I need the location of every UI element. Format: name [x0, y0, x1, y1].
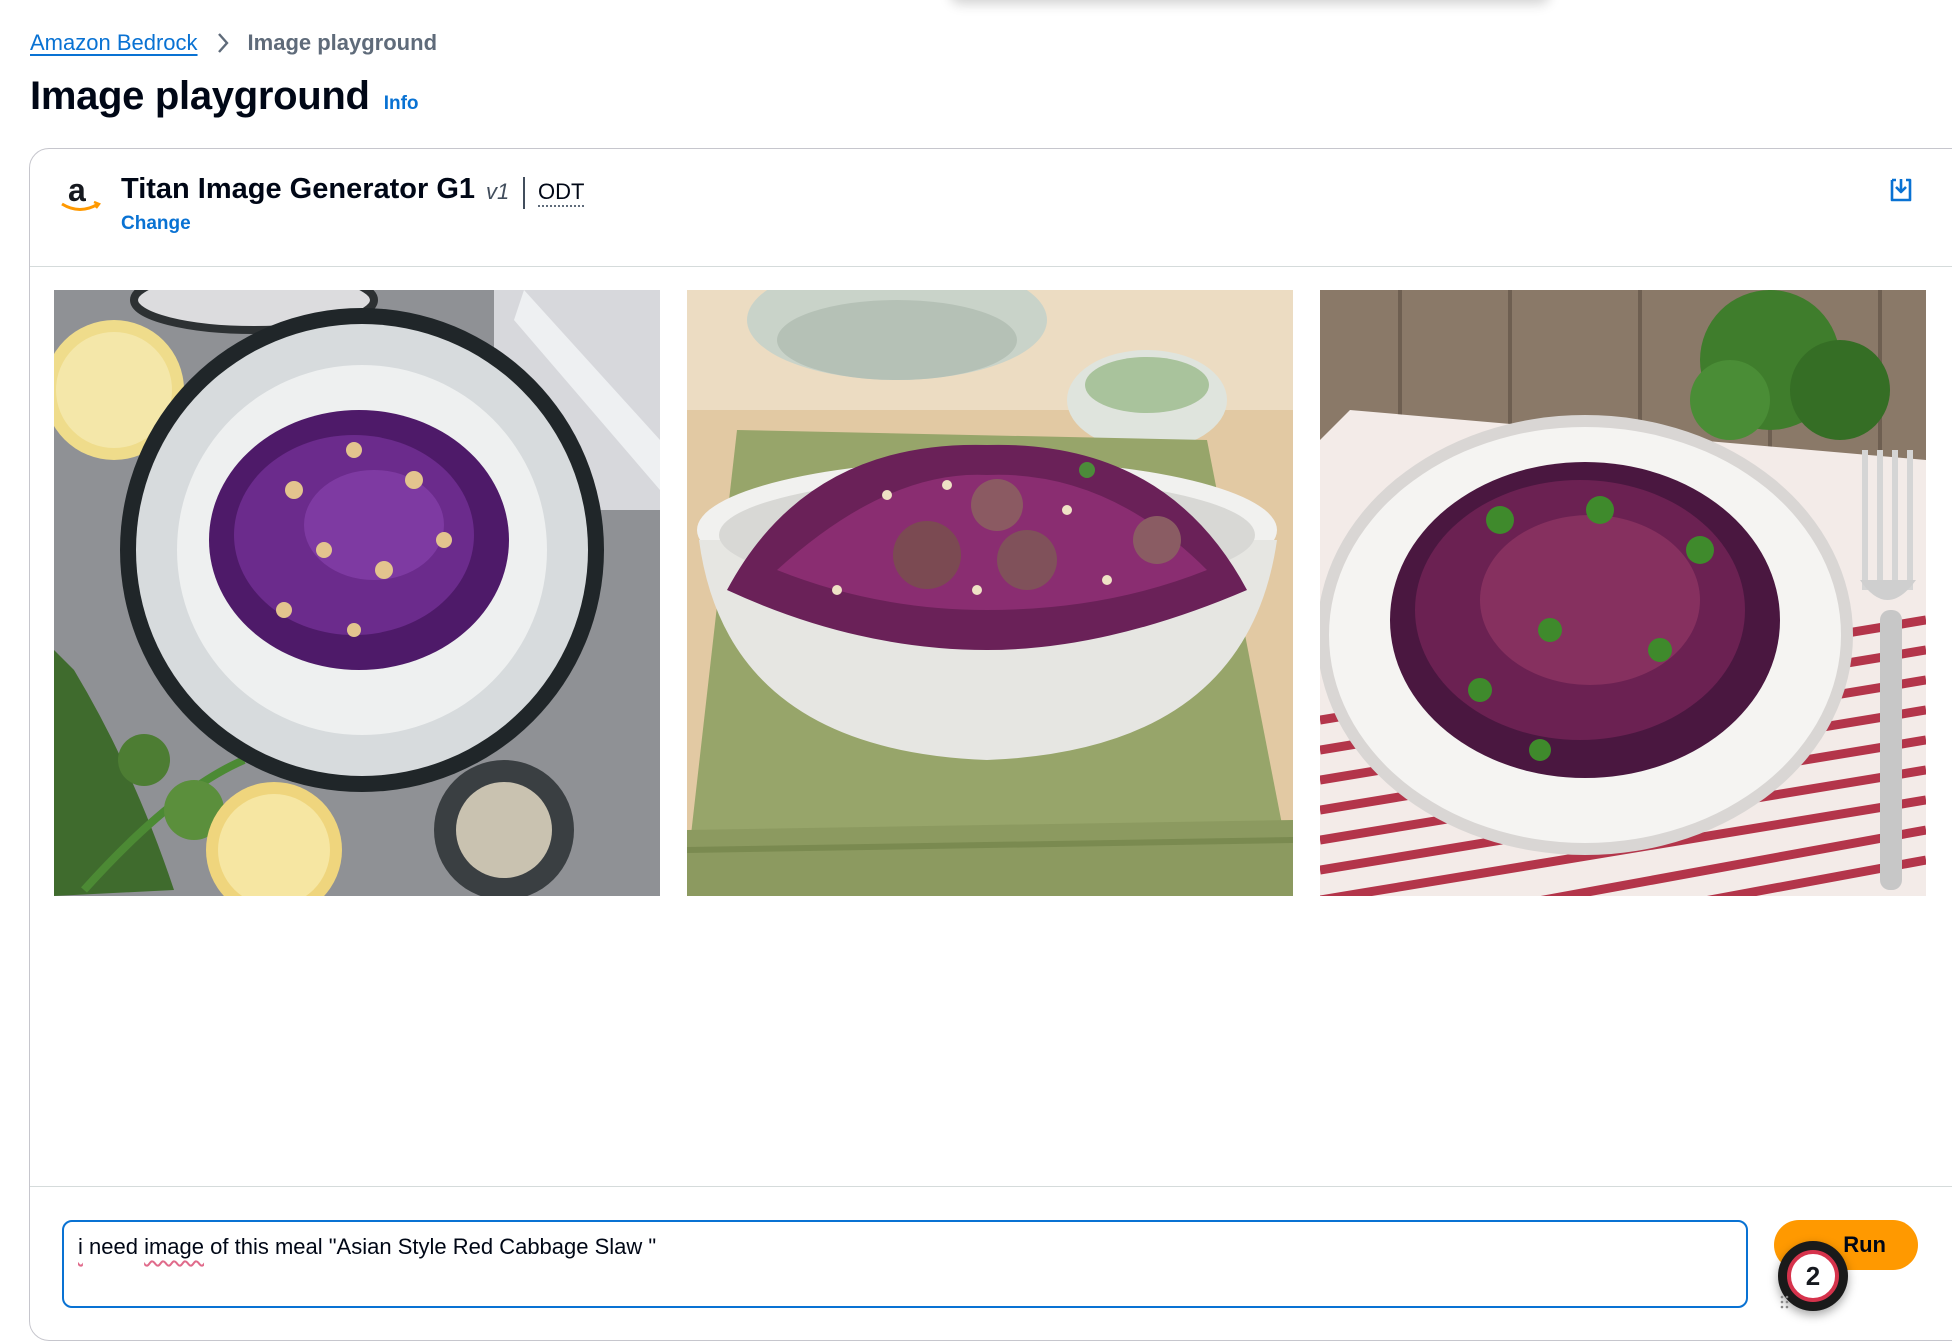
prompt-word-3: image [144, 1234, 205, 1259]
info-link[interactable]: Info [384, 93, 419, 115]
generated-image-3[interactable] [1320, 290, 1926, 896]
prompt-input[interactable]: i need image of this meal "Asian Style R… [62, 1220, 1748, 1308]
model-divider [523, 177, 525, 209]
page-title: Image playground [30, 74, 370, 118]
generated-image-2[interactable] [687, 290, 1293, 896]
change-model-link[interactable]: Change [121, 213, 191, 235]
model-tag-odt[interactable]: ODT [538, 179, 585, 207]
prompt-rest: of this meal "Asian Style Red Cabbage Sl… [210, 1234, 657, 1259]
breadcrumb: Amazon Bedrock Image playground [30, 28, 437, 58]
amazon-logo: a [61, 172, 101, 211]
generated-image-1[interactable] [54, 290, 660, 896]
prompt-word-2: need [89, 1234, 138, 1259]
drag-handle-icon[interactable] [1780, 1295, 1790, 1309]
download-icon[interactable] [1888, 177, 1914, 203]
model-version: v1 [486, 179, 510, 204]
model-name: Titan Image Generator G1 [121, 173, 476, 205]
breadcrumb-amazon-bedrock[interactable]: Amazon Bedrock [30, 30, 198, 56]
prompt-word-1: i [78, 1234, 83, 1259]
model-header: a Titan Image Generator G1 v1 ODT Change [30, 149, 1952, 267]
panel-divider [30, 1186, 1952, 1187]
page-header: Image playground Info [30, 74, 419, 119]
svg-text:a: a [68, 172, 86, 208]
badge-count: 2 [1787, 1250, 1839, 1302]
playground-panel: a Titan Image Generator G1 v1 ODT Change [29, 148, 1952, 1341]
chevron-right-icon [216, 32, 230, 54]
breadcrumb-current: Image playground [247, 30, 438, 55]
